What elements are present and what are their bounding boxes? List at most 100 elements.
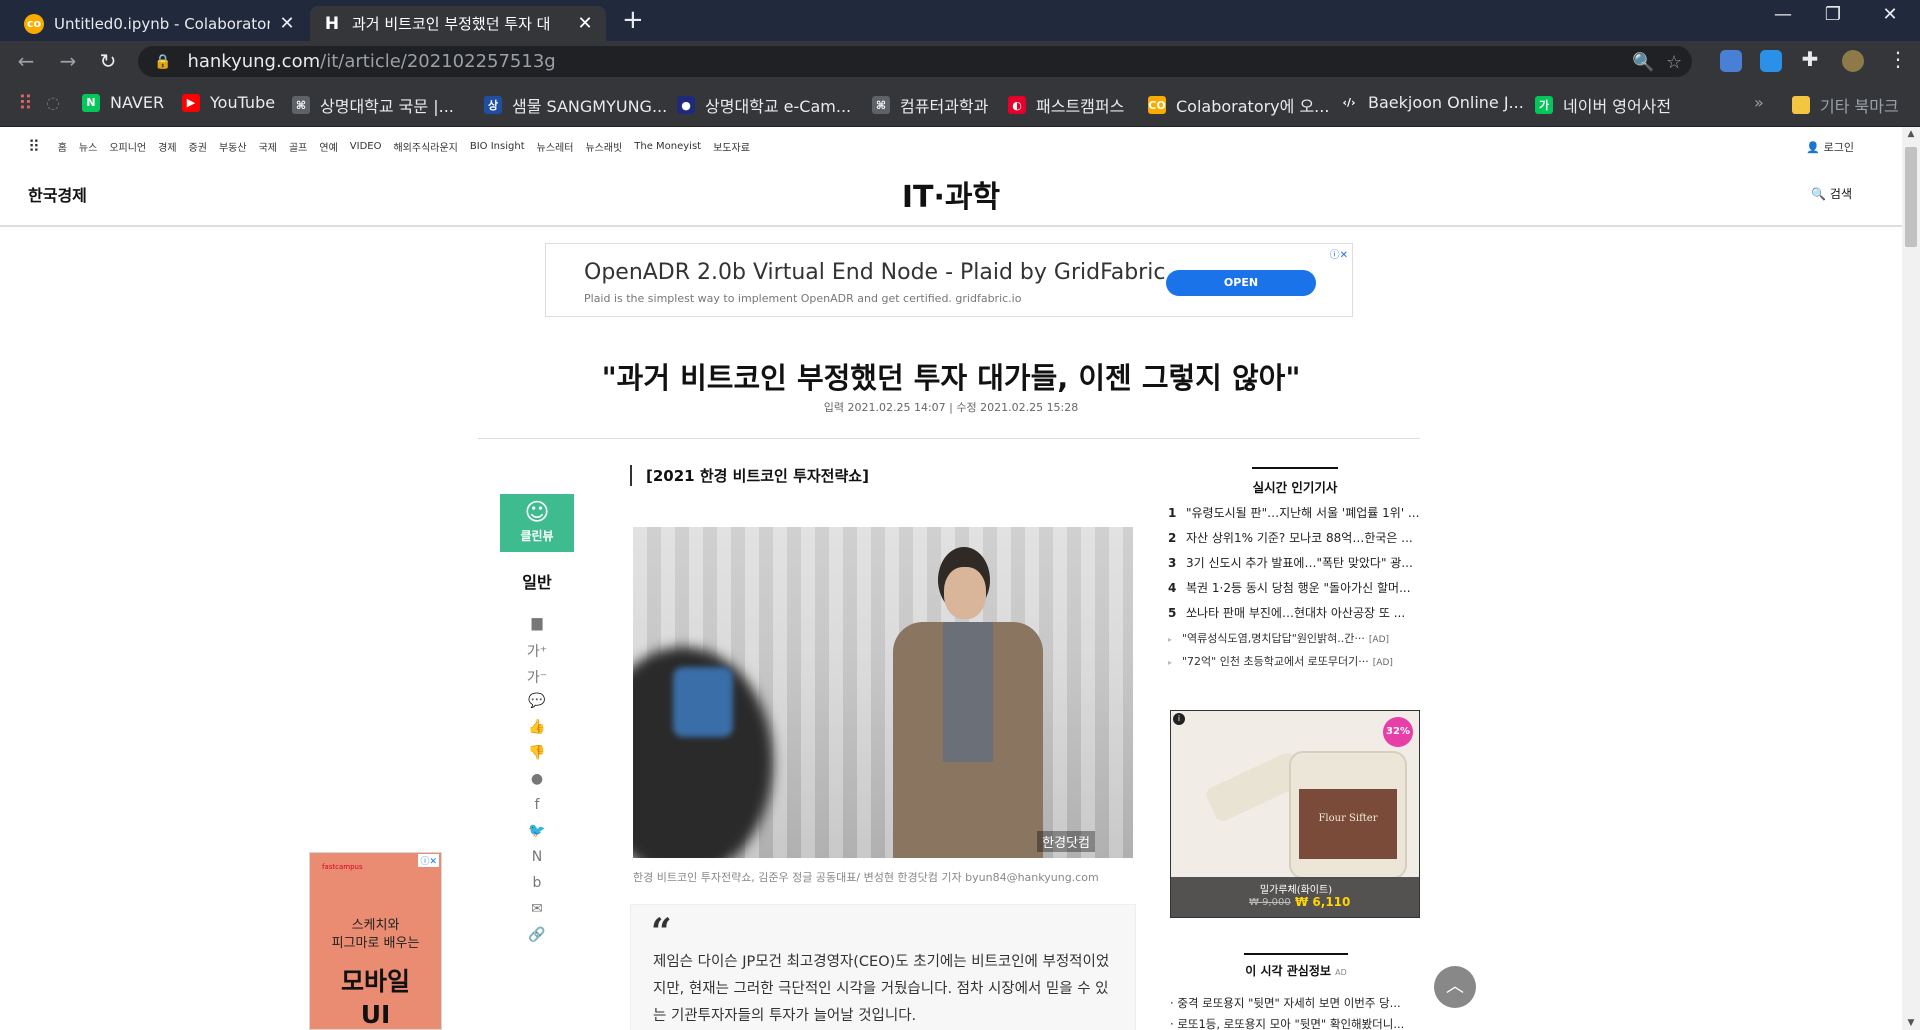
- photo-watermark: 한경닷컴: [1037, 831, 1095, 852]
- bookmark-icon: ●: [677, 96, 695, 114]
- gnb-item[interactable]: 골프: [289, 139, 307, 154]
- interest-item[interactable]: · 로또1등, 로또용지 모아 "뒷면" 확인해봤더니...: [1170, 1016, 1422, 1030]
- other-bookmarks[interactable]: 기타 북마크: [1792, 93, 1899, 117]
- gnb-item[interactable]: 국제: [259, 139, 277, 154]
- gnb-item[interactable]: BIO Insight: [470, 141, 525, 152]
- close-tab-icon[interactable]: ✕: [278, 13, 296, 34]
- bookmark-star-icon[interactable]: ☆: [1666, 52, 1682, 73]
- bookmark-item[interactable]: N NAVER: [82, 93, 164, 112]
- popular-ad-item[interactable]: ▸ "역류성식도염,명치답답"원인밝혀..간··· [AD]: [1168, 630, 1420, 646]
- back-icon[interactable]: ←: [12, 49, 40, 73]
- gnb-item[interactable]: 부동산: [219, 139, 247, 154]
- tab-colab[interactable]: co Untitled0.ipynb - Colaboratory ✕: [12, 6, 308, 41]
- interest-item[interactable]: · 중격 로또용지 "뒷면" 자세히 보면 이번주 당...: [1170, 995, 1422, 1011]
- popular-text: "유령도시될 판"…지난해 서울 '폐업률 1위' ...: [1186, 506, 1420, 520]
- gnb-item[interactable]: The Moneyist: [634, 141, 701, 152]
- bookmark-item[interactable]: ◐ 패스트캠퍼스: [1008, 93, 1124, 117]
- dislike-icon[interactable]: 👎: [526, 745, 548, 761]
- side-banner-ad[interactable]: fastcampus ⓘ✕ 스케치와 피그마로 배우는 모바일 UI: [309, 852, 442, 1030]
- ad-big1: 모바일: [340, 967, 410, 996]
- cloud-extension-icon[interactable]: [1760, 50, 1782, 72]
- search-button[interactable]: 🔍 검색: [1811, 185, 1852, 202]
- ad-info-icon[interactable]: i: [1173, 713, 1185, 725]
- bookmark-item[interactable]: CO Colaboratory에 오...: [1148, 93, 1329, 117]
- close-tab-icon[interactable]: ✕: [576, 13, 594, 34]
- email-icon[interactable]: ✉: [526, 901, 548, 917]
- ad-open-button[interactable]: OPEN: [1166, 270, 1316, 296]
- gnb-item[interactable]: 증권: [189, 139, 207, 154]
- address-bar[interactable]: 🔒 hankyung.com /it/article/202102257513g…: [138, 46, 1692, 77]
- scroll-up-icon[interactable]: ▲: [1902, 129, 1920, 139]
- bookmark-item[interactable]: ▶ YouTube: [182, 93, 275, 112]
- ad-headline: 모바일 UI: [310, 965, 441, 1030]
- extension-icon[interactable]: [1720, 50, 1742, 72]
- clean-view-button[interactable]: ☺ 클린뷰: [500, 494, 574, 552]
- print-icon[interactable]: ▆: [526, 615, 548, 631]
- facebook-icon[interactable]: f: [526, 797, 548, 813]
- popular-item[interactable]: 4 복권 1·2등 동시 당첨 행운 "돌아가신 할머...: [1168, 579, 1420, 596]
- popular-item[interactable]: 2 자산 상위1% 기준? 모나코 88억…한국은 ...: [1168, 529, 1420, 546]
- gnb-item[interactable]: 경제: [158, 139, 176, 154]
- popular-item[interactable]: 5 쏘나타 판매 부진에…현대차 아산공장 또 ...: [1168, 604, 1420, 621]
- bookmark-item[interactable]: 상 샘물 SANGMYUNG...: [484, 93, 667, 117]
- scroll-top-button[interactable]: ︿: [1434, 966, 1476, 1008]
- window-close-icon[interactable]: ✕: [1862, 4, 1918, 25]
- bookmark-blank-icon[interactable]: ◌: [46, 93, 60, 112]
- gnb-item[interactable]: 해외주식라운지: [393, 139, 457, 154]
- gnb-item[interactable]: 연예: [319, 139, 337, 154]
- gnb-item[interactable]: VIDEO: [350, 141, 382, 152]
- gnb-item[interactable]: 뉴스: [79, 139, 97, 154]
- article-divider: [478, 438, 1420, 439]
- puzzle-icon[interactable]: ✚: [1796, 47, 1824, 71]
- colab-icon: co: [24, 13, 44, 34]
- gnb-item[interactable]: 홈: [58, 139, 67, 154]
- ad-tag: [AD]: [1368, 635, 1390, 645]
- gnb-item[interactable]: 보도자료: [713, 139, 750, 154]
- naver-icon[interactable]: N: [526, 849, 548, 865]
- gnb-item[interactable]: 뉴스레터: [537, 139, 574, 154]
- ad-text: "역류성식도염,명치답답"원인밝혀..간···: [1182, 632, 1365, 645]
- forward-icon[interactable]: →: [54, 49, 82, 73]
- top-banner-ad[interactable]: OpenADR 2.0b Virtual End Node - Plaid by…: [545, 243, 1353, 317]
- apps-grid-icon[interactable]: ⠿: [18, 91, 33, 115]
- bookmark-item[interactable]: ⌘ 컴퓨터과학과: [872, 93, 988, 117]
- twitter-icon[interactable]: 🐦: [526, 823, 548, 839]
- article-photo[interactable]: 한경닷컴: [633, 527, 1133, 858]
- bookmark-item[interactable]: ● 상명대학교 e-Cam...: [677, 93, 851, 117]
- menu-grid-icon[interactable]: ⠿: [28, 137, 40, 156]
- tab-hankyung[interactable]: H 과거 비트코인 부정했던 투자 대 ✕: [310, 6, 606, 41]
- font-bigger-icon[interactable]: 가⁺: [526, 641, 548, 661]
- band-icon[interactable]: b: [526, 875, 548, 891]
- bookmark-item[interactable]: ⌘ 상명대학교 국문 |...: [292, 93, 454, 117]
- comment-icon[interactable]: 💬: [526, 693, 548, 709]
- bookmark-item[interactable]: 가 네이버 영어사전: [1535, 93, 1671, 117]
- gnb-item[interactable]: 오피니언: [109, 139, 146, 154]
- more-bookmarks-icon[interactable]: »: [1754, 93, 1764, 112]
- ad-choices-icon[interactable]: ⓘ✕: [1330, 246, 1348, 261]
- scrollbar-thumb[interactable]: [1905, 147, 1917, 247]
- section-title[interactable]: IT·과학: [0, 172, 1902, 216]
- link-icon[interactable]: 🔗: [526, 927, 548, 943]
- bookmark-icon: ‹/›: [1340, 93, 1358, 112]
- new-tab-button[interactable]: +: [622, 6, 644, 34]
- popular-ad-item[interactable]: ▸ "72억" 인천 초등학교에서 로또무더기··· [AD]: [1168, 653, 1420, 669]
- zoom-icon[interactable]: 🔍: [1632, 52, 1654, 73]
- ad-close-icon[interactable]: ⓘ✕: [418, 854, 439, 867]
- restore-icon[interactable]: ❐: [1805, 4, 1861, 25]
- product-ad[interactable]: i Flour Sifter 밀가루체(화이트) ₩ 9,000 ₩ 6,110…: [1170, 710, 1420, 918]
- kakaotalk-icon[interactable]: ●: [526, 771, 548, 787]
- like-icon[interactable]: 👍: [526, 719, 548, 735]
- scroll-down-icon[interactable]: ▼: [1902, 1018, 1920, 1028]
- profile-avatar[interactable]: [1842, 50, 1864, 72]
- reload-icon[interactable]: ↻: [94, 49, 122, 73]
- bookmark-item[interactable]: ‹/› Baekjoon Online J...: [1340, 93, 1524, 112]
- font-smaller-icon[interactable]: 가⁻: [526, 667, 548, 687]
- popular-item[interactable]: 1 "유령도시될 판"…지난해 서울 '폐업률 1위' ...: [1168, 504, 1420, 521]
- popular-rank: 2: [1168, 531, 1177, 545]
- popular-item[interactable]: 3 3기 신도시 추가 발표에…"폭탄 맞았다" 광...: [1168, 554, 1420, 571]
- gnb-item[interactable]: 뉴스래빗: [585, 139, 622, 154]
- minimize-icon[interactable]: —: [1755, 4, 1811, 25]
- login-link[interactable]: 👤 로그인: [1806, 139, 1854, 155]
- menu-dots-icon[interactable]: ⋮: [1884, 47, 1912, 71]
- page-scrollbar[interactable]: ▲ ▼: [1902, 127, 1920, 1030]
